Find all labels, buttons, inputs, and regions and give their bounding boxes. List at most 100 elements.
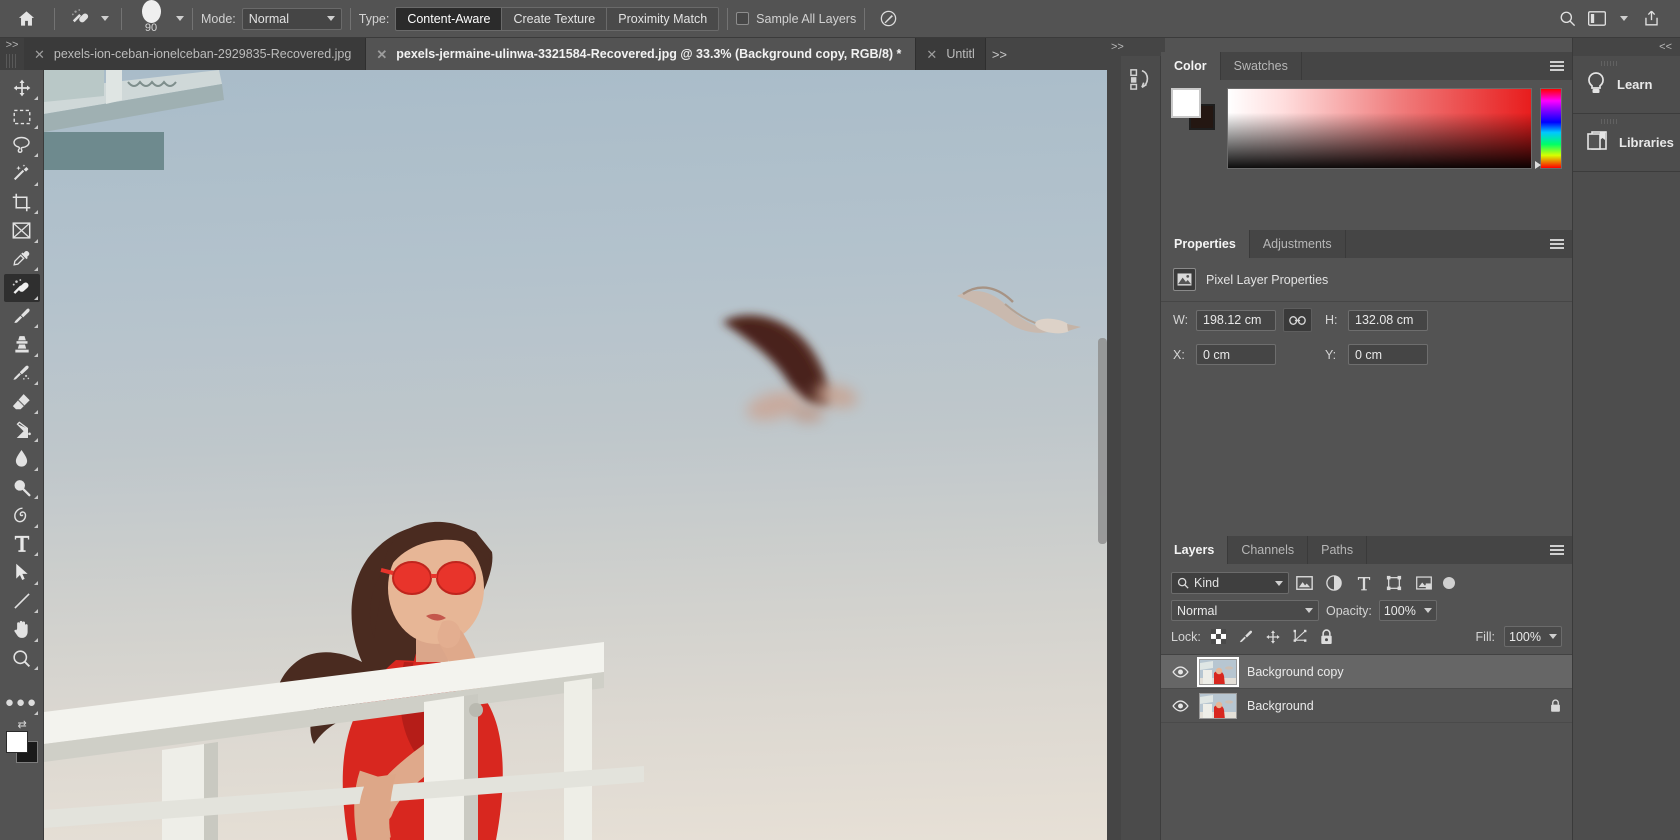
color-field[interactable] [1227, 88, 1532, 169]
tab-layers[interactable]: Layers [1161, 536, 1228, 564]
blend-mode-select[interactable]: Normal [242, 8, 342, 30]
sample-all-layers-checkbox[interactable]: Sample All Layers [736, 12, 856, 26]
layer-visibility-icon[interactable] [1171, 697, 1189, 715]
tab-bar-overflow-handle[interactable]: >> [0, 38, 24, 70]
foreground-color-chip[interactable] [1171, 88, 1201, 118]
type-option-content-aware[interactable]: Content-Aware [396, 8, 502, 30]
line-tool[interactable] [4, 587, 40, 615]
lock-all-icon[interactable] [1318, 628, 1336, 646]
rail-item-learn[interactable]: Learn [1573, 56, 1680, 114]
eraser-tool[interactable] [4, 388, 40, 416]
rail-collapse-chevron[interactable]: << [1573, 38, 1680, 56]
chevron-down-icon[interactable] [101, 16, 109, 21]
search-icon[interactable] [1552, 4, 1582, 34]
tower-beam [44, 70, 304, 190]
options-bar: 90 Mode: Normal Type: Content-Aware Crea… [0, 0, 1680, 38]
edit-toolbar-button[interactable]: ●●● [4, 689, 40, 717]
layer-kind-filter[interactable]: Kind [1171, 572, 1289, 594]
path-selection-tool[interactable] [4, 559, 40, 587]
tab-color[interactable]: Color [1161, 52, 1221, 80]
tabs-empty [1302, 52, 1572, 80]
type-tool[interactable] [4, 530, 40, 558]
eyedropper-tool[interactable] [4, 245, 40, 273]
properties-panel: Properties Adjustments Pixel Layer Prope… [1161, 230, 1572, 530]
panel-menu-icon[interactable] [1550, 545, 1564, 556]
pen-tool[interactable] [4, 502, 40, 530]
canvas[interactable] [44, 70, 1107, 840]
type-option-create-texture[interactable]: Create Texture [502, 8, 607, 30]
hue-slider[interactable] [1540, 88, 1562, 169]
brush-tool[interactable] [4, 302, 40, 330]
vertical-scrollbar[interactable] [1098, 338, 1107, 544]
adjustment-filter-icon[interactable] [1319, 572, 1349, 594]
smart-object-filter-icon[interactable] [1409, 572, 1439, 594]
lock-image-pixels-icon[interactable] [1237, 628, 1255, 646]
shape-filter-icon[interactable] [1379, 572, 1409, 594]
home-icon[interactable] [6, 0, 46, 38]
lock-artboard-icon[interactable] [1291, 628, 1309, 646]
tab-paths[interactable]: Paths [1308, 536, 1367, 564]
x-field[interactable]: 0 cm [1196, 344, 1276, 365]
y-field[interactable]: 0 cm [1348, 344, 1428, 365]
hand-tool[interactable] [4, 616, 40, 644]
panel-menu-icon[interactable] [1550, 61, 1564, 72]
history-panel-icon[interactable] [1121, 56, 1161, 102]
seagull [949, 270, 1084, 360]
document-tab-1[interactable]: ✕ pexels-ion-ceban-ionelceban-2929835-Re… [24, 38, 366, 70]
width-field[interactable]: 198.12 cm [1196, 310, 1276, 331]
dock-expand-chevron[interactable]: >> [1107, 38, 1165, 56]
close-icon[interactable]: ✕ [926, 48, 937, 61]
workspace-switcher-icon[interactable] [1582, 4, 1612, 34]
move-tool[interactable] [4, 74, 40, 102]
chevron-down-icon[interactable] [176, 16, 184, 21]
type-option-proximity-match[interactable]: Proximity Match [607, 8, 718, 30]
lasso-tool[interactable] [4, 131, 40, 159]
close-icon[interactable]: ✕ [34, 48, 45, 61]
dodge-tool[interactable] [4, 473, 40, 501]
swap-colors-icon[interactable]: ⇄ [18, 718, 27, 731]
pressure-for-size-icon[interactable] [873, 4, 903, 34]
object-selection-tool[interactable] [4, 160, 40, 188]
foreground-color-swatch[interactable] [6, 731, 28, 753]
tab-adjustments[interactable]: Adjustments [1250, 230, 1346, 258]
gradient-tool[interactable] [4, 416, 40, 444]
tab-properties[interactable]: Properties [1161, 230, 1250, 258]
mode-label: Mode: [201, 12, 236, 26]
dock-collapse-column[interactable] [1107, 38, 1121, 840]
spot-healing-brush-tool[interactable] [4, 274, 40, 302]
chevron-down-icon[interactable] [1620, 16, 1628, 21]
layer-visibility-icon[interactable] [1171, 663, 1189, 681]
crop-tool[interactable] [4, 188, 40, 216]
pixel-filter-icon[interactable] [1289, 572, 1319, 594]
table-row[interactable]: Background [1161, 689, 1572, 723]
history-brush-tool[interactable] [4, 359, 40, 387]
lock-position-icon[interactable] [1264, 628, 1282, 646]
brush-size-picker[interactable]: 90 [130, 0, 172, 38]
fill-field[interactable]: 100% [1504, 626, 1562, 647]
share-icon[interactable] [1636, 4, 1666, 34]
tab-channels[interactable]: Channels [1228, 536, 1308, 564]
tab-swatches[interactable]: Swatches [1221, 52, 1302, 80]
zoom-tool[interactable] [4, 644, 40, 672]
rail-item-libraries[interactable]: Libraries [1573, 114, 1680, 172]
color-swatches[interactable]: ⇄ [4, 729, 40, 765]
blur-tool[interactable] [4, 445, 40, 473]
link-aspect-ratio-icon[interactable] [1283, 308, 1312, 332]
filter-toggle-icon[interactable] [1443, 577, 1455, 589]
panel-menu-icon[interactable] [1550, 239, 1564, 250]
lock-transparent-pixels-icon[interactable] [1210, 628, 1228, 646]
type-filter-icon[interactable] [1349, 572, 1379, 594]
document-tab-3[interactable]: ✕ Untitl [916, 38, 986, 70]
frame-tool[interactable] [4, 217, 40, 245]
height-field[interactable]: 132.08 cm [1348, 310, 1428, 331]
more-tabs-button[interactable]: >> [986, 38, 1012, 70]
tool-group-triangle [34, 638, 38, 642]
layer-blend-mode-select[interactable]: Normal [1171, 600, 1319, 621]
rectangular-marquee-tool[interactable] [4, 103, 40, 131]
opacity-field[interactable]: 100% [1379, 600, 1437, 621]
clone-stamp-tool[interactable] [4, 331, 40, 359]
document-tab-2[interactable]: ✕ pexels-jermaine-ulinwa-3321584-Recover… [366, 38, 916, 70]
close-icon[interactable]: ✕ [376, 48, 387, 61]
table-row[interactable]: Background copy [1161, 655, 1572, 689]
tool-preset-picker[interactable] [63, 4, 113, 34]
